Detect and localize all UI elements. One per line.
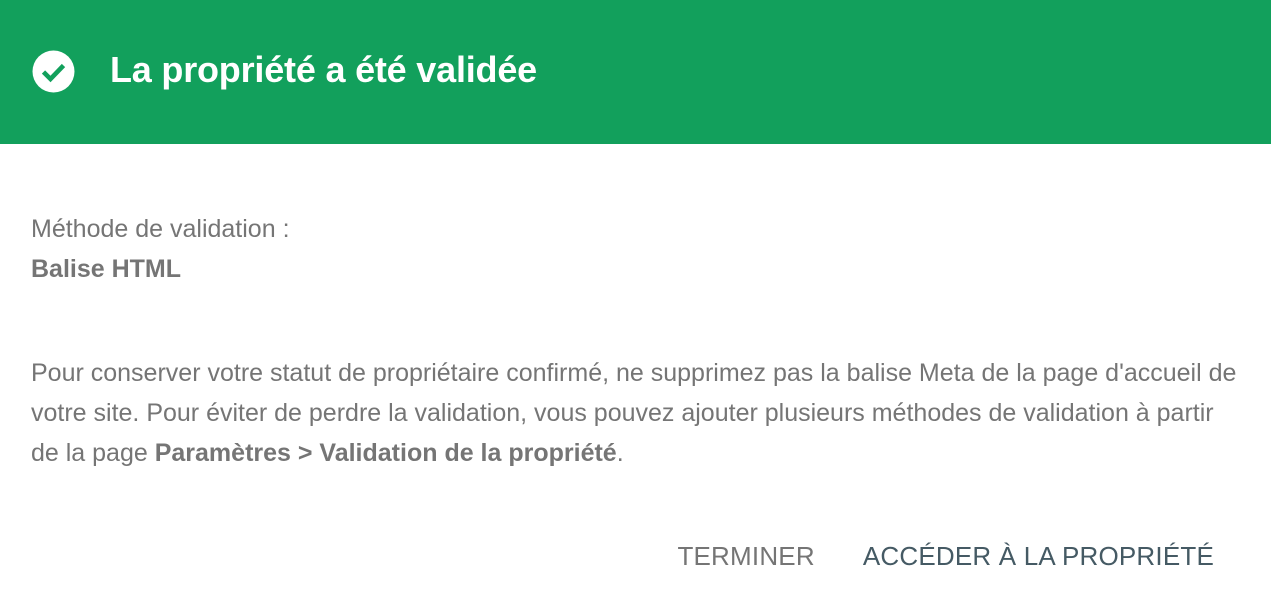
dialog-header: La propriété a été validée bbox=[0, 0, 1271, 144]
dialog-description: Pour conserver votre statut de propriéta… bbox=[31, 353, 1241, 473]
validation-method-value: Balise HTML bbox=[31, 255, 182, 283]
dialog-title: La propriété a été validée bbox=[110, 49, 537, 90]
dialog-actions: TERMINER ACCÉDER À LA PROPRIÉTÉ bbox=[677, 536, 1214, 576]
check-circle-icon bbox=[32, 50, 75, 93]
validation-method-label: Méthode de validation : bbox=[31, 215, 290, 243]
go-to-property-button[interactable]: ACCÉDER À LA PROPRIÉTÉ bbox=[863, 536, 1214, 576]
finish-button[interactable]: TERMINER bbox=[677, 536, 814, 576]
description-end: . bbox=[616, 439, 624, 467]
settings-path-text: Paramètres > Validation de la propriété bbox=[154, 439, 617, 467]
validation-dialog: La propriété a été validée Méthode de va… bbox=[0, 0, 1271, 596]
